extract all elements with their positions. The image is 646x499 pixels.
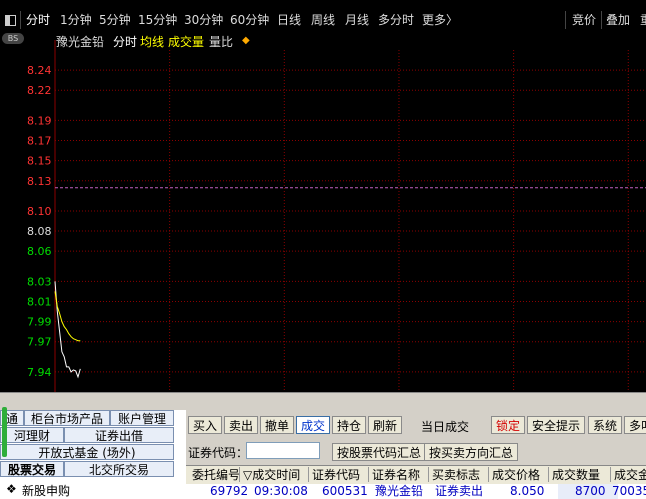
column-header[interactable]: 成交价格 — [492, 467, 540, 483]
table-cell: 600531 — [322, 484, 368, 498]
table-cell: 8.050 — [510, 484, 545, 498]
tree-item-label: 新股申购 — [22, 484, 71, 498]
y-tick-label: 8.03 — [27, 275, 52, 288]
more-button[interactable]: 多叫 — [624, 416, 646, 434]
tab-daily[interactable]: 日线 — [277, 12, 301, 28]
menu-item[interactable]: 证券出借 — [64, 427, 174, 443]
by-code-button[interactable]: 按股票代码汇总 — [332, 443, 427, 461]
tab-5min[interactable]: 5分钟 — [99, 12, 131, 28]
y-tick-label: 8.10 — [27, 205, 52, 218]
table-cell: 8700 — [575, 484, 606, 498]
divider — [565, 11, 566, 29]
trading-panel: 通柜台市场产品 账户管理 河理财 证券出借 开放式基金 (场外) 股票交易 北交所交易 ❖ 新股… — [0, 392, 646, 499]
column-divider — [548, 467, 549, 482]
tab-bidding[interactable]: 竞价 — [572, 12, 596, 28]
code-label: 证券代码： — [188, 446, 249, 460]
column-header[interactable]: 委托编号 — [192, 467, 240, 483]
tab-30min[interactable]: 30分钟 — [184, 12, 223, 28]
tab-monthly[interactable]: 月线 — [345, 12, 369, 28]
y-tick-label: 8.08 — [27, 225, 52, 238]
table-cell: 09:30:08 — [254, 484, 308, 498]
by-direction-button[interactable]: 按买卖方向汇总 — [424, 443, 519, 461]
table-cell: 69792 — [210, 484, 249, 498]
tree-node-icon: ❖ — [6, 482, 17, 496]
table-cell: 豫光金铅 — [375, 484, 424, 498]
code-input[interactable] — [246, 442, 320, 459]
menu-item[interactable]: 股票交易 — [0, 461, 64, 477]
deal-button[interactable]: 成交 — [296, 416, 331, 434]
column-divider — [428, 467, 429, 482]
column-header[interactable]: 成交金 — [614, 467, 646, 483]
table-header: 委托编号 ▽成交时间 证券代码 证券名称 买卖标志 成交价格 成交数量 成交金 — [186, 465, 646, 485]
tab-intraday[interactable]: 分时 — [26, 12, 50, 28]
y-tick-label: 7.97 — [27, 336, 52, 349]
menu-item[interactable]: 开放式基金 (场外) — [0, 444, 174, 460]
tree-item-new-ipo[interactable]: ❖ 新股申购 — [6, 482, 71, 499]
column-header[interactable]: ▽成交时间 — [243, 467, 300, 483]
divider — [601, 11, 602, 29]
tab-15min[interactable]: 15分钟 — [138, 12, 177, 28]
window-toggle-icon[interactable] — [5, 15, 16, 26]
tab-multi-intraday[interactable]: 多分时 — [378, 12, 414, 28]
window-title-strip — [0, 0, 646, 8]
y-tick-label: 8.22 — [27, 84, 52, 97]
column-header[interactable]: 证券名称 — [372, 467, 420, 483]
divider — [20, 11, 21, 29]
tab-weekly[interactable]: 周线 — [311, 12, 335, 28]
y-tick-label: 7.99 — [27, 316, 52, 329]
function-menu: 通柜台市场产品 账户管理 河理财 证券出借 开放式基金 (场外) 股票交易 北交所交易 ❖ 新股… — [0, 410, 186, 499]
tab-overlay[interactable]: 叠加 — [606, 12, 630, 28]
safety-button[interactable]: 安全提示 — [527, 416, 586, 434]
y-tick-label: 8.06 — [27, 245, 52, 258]
period-tab-bar: 分时 1分钟 5分钟 15分钟 30分钟 60分钟日线周线月线多分时更多〉 竞价叠加重 — [0, 8, 646, 33]
tab-more[interactable]: 更多〉 — [422, 12, 458, 28]
price-line — [54, 281, 81, 379]
lock-button[interactable]: 锁定 — [491, 416, 526, 434]
position-button[interactable]: 持仓 — [332, 416, 367, 434]
column-divider — [368, 467, 369, 482]
column-divider — [239, 467, 240, 482]
system-button[interactable]: 系统 — [588, 416, 623, 434]
column-divider — [488, 467, 489, 482]
table-cell: 70035 — [612, 484, 646, 498]
y-tick-label: 7.94 — [27, 366, 52, 379]
tab-cut[interactable]: 重 — [640, 12, 646, 28]
column-divider — [610, 467, 611, 482]
column-header[interactable]: 证券代码 — [312, 467, 360, 483]
sell-button[interactable]: 卖出 — [224, 416, 259, 434]
column-header[interactable]: 成交数量 — [552, 467, 600, 483]
table-row[interactable]: 69792 09:30:08 600531 豫光金铅 证券卖出 8.050 8700 7003… — [186, 484, 646, 499]
y-tick-label: 8.24 — [27, 64, 52, 77]
intraday-chart: 8.24 8.22 8.19 8.17 8.15 8.13 8.10 8.08 8.06 8.03… — [27, 40, 646, 392]
y-tick-label: 8.19 — [27, 114, 52, 127]
tab-1min[interactable]: 1分钟 — [60, 12, 92, 28]
refresh-button[interactable]: 刷新 — [368, 416, 403, 434]
column-divider — [308, 467, 309, 482]
column-header[interactable]: 买卖标志 — [432, 467, 480, 483]
avg-line — [54, 291, 81, 342]
y-tick-label: 8.01 — [27, 295, 52, 308]
y-tick-label: 8.15 — [27, 155, 52, 168]
tab-60min[interactable]: 60分钟 — [230, 12, 269, 28]
today-deals-title: 当日成交 — [421, 420, 470, 434]
table-cell: 证券卖出 — [435, 484, 484, 498]
menu-item[interactable]: 河理财 — [0, 427, 64, 443]
scroll-handle[interactable] — [2, 407, 7, 457]
menu-item[interactable]: 北交所交易 — [64, 461, 174, 477]
y-tick-label: 8.17 — [27, 135, 52, 148]
buy-button[interactable]: 买入 — [188, 416, 223, 434]
menu-item[interactable]: 柜台市场产品 — [24, 410, 110, 426]
y-tick-label: 8.13 — [27, 175, 52, 188]
menu-item[interactable]: 账户管理 — [110, 410, 174, 426]
cancel-button[interactable]: 撤单 — [260, 416, 295, 434]
